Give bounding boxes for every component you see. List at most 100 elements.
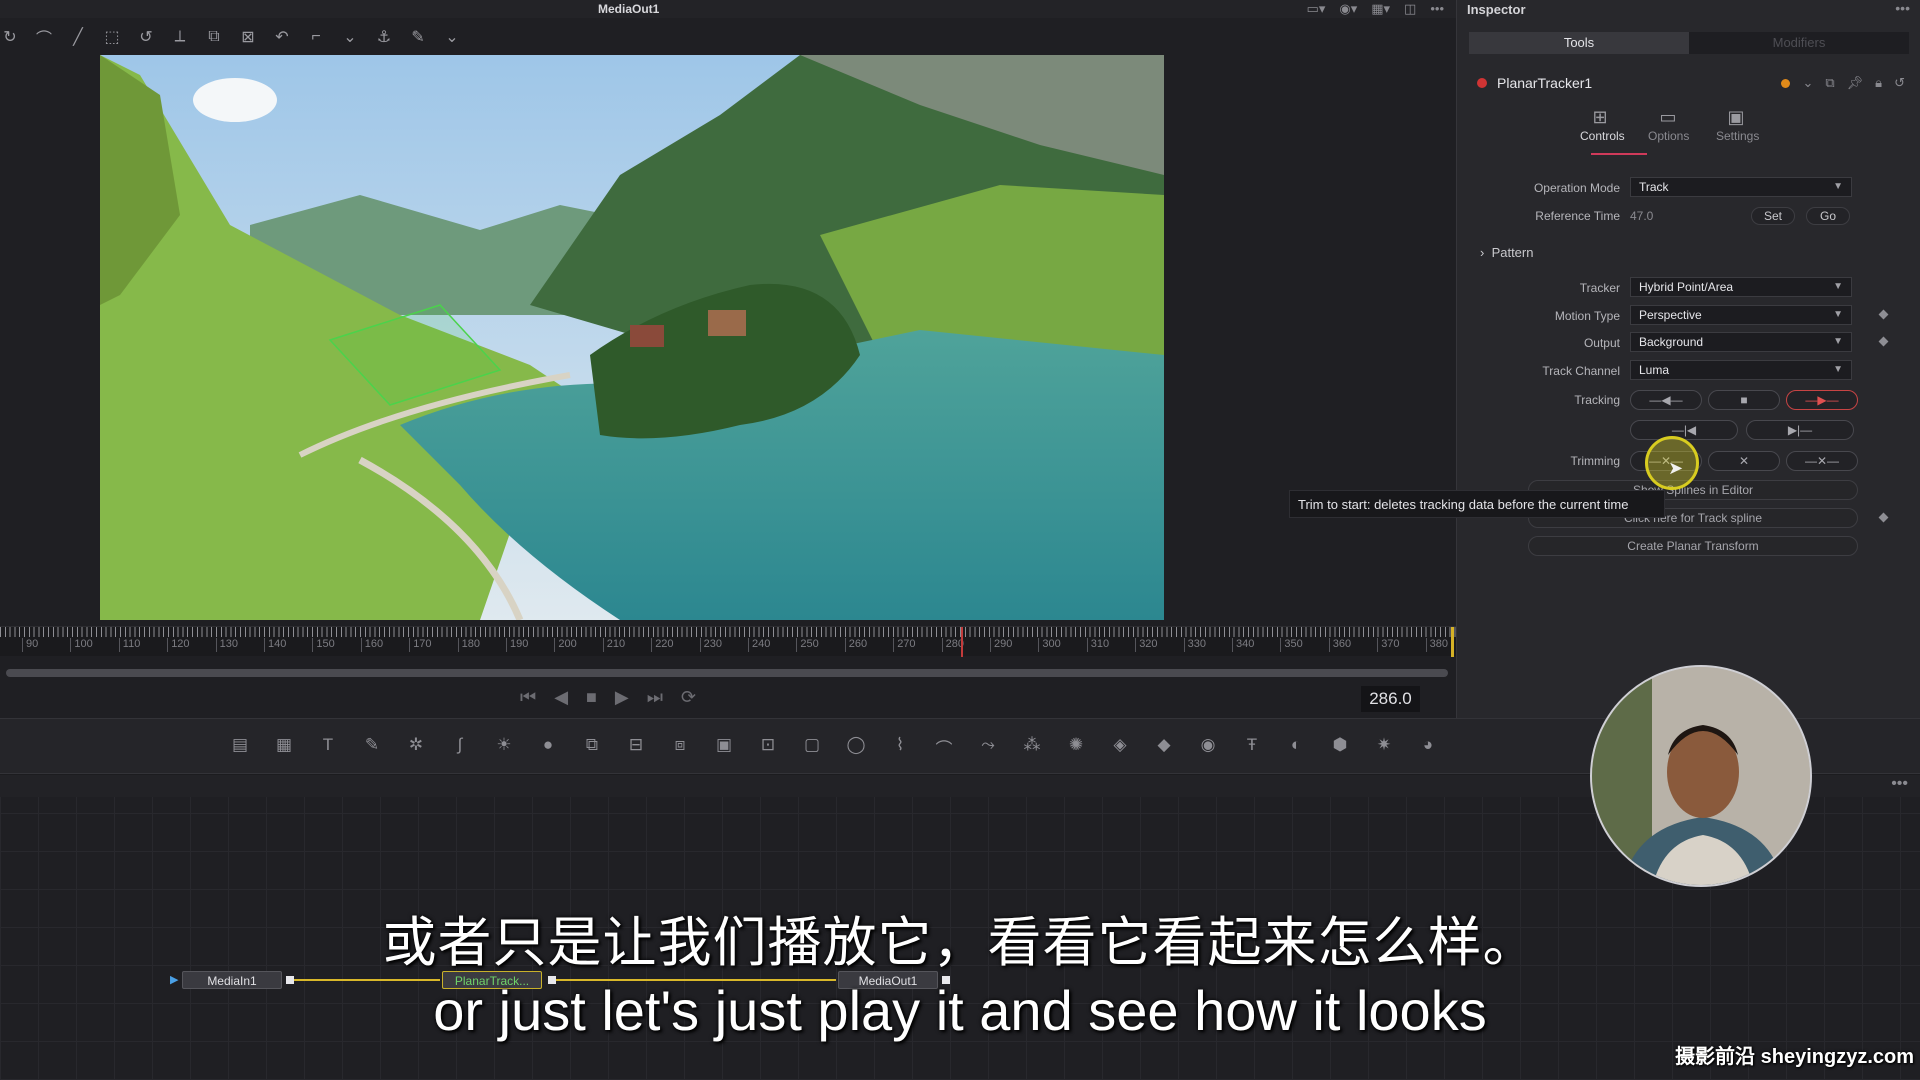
ruler-tick-label: 160 [360,638,383,652]
loop-icon[interactable]: ↺ [136,27,156,47]
pattern-section[interactable]: › Pattern [1456,242,1920,264]
set-button[interactable]: Set [1751,207,1795,225]
ellipse-mask-icon[interactable]: ◯ [842,735,870,760]
shape3d-icon[interactable]: ◆ [1150,735,1178,760]
renderer3d-icon[interactable]: ◕ [1414,735,1442,760]
line-icon[interactable]: ╱ [68,27,88,47]
tool-header[interactable]: PlanarTracker1 ⌄ ⧉ 📌︎ 🔒︎ ↺ [1469,70,1909,96]
color-corrector-icon[interactable]: ● [534,735,562,760]
more-icon[interactable]: ••• [1891,775,1908,793]
lock-icon[interactable]: 🔒︎ [1875,75,1882,91]
subtab-options[interactable]: ▭ Options [1648,107,1689,143]
curve-icon[interactable]: ⌒ [34,25,54,49]
viewer-title: MediaOut1 [598,2,660,16]
track-to-start-button[interactable]: —|◀ [1630,420,1738,440]
subtab-settings[interactable]: ▣ Settings [1716,107,1759,143]
stop-icon[interactable]: ■ [586,687,597,708]
render-end-marker[interactable] [1451,627,1454,657]
subtab-controls[interactable]: ⊞ Controls [1580,107,1625,143]
motion-type-dropdown[interactable]: Perspective ▼ [1630,305,1852,325]
track-backward-button[interactable]: —◀— [1630,390,1702,410]
merge-icon[interactable]: ⧉ [578,735,606,760]
time-ruler[interactable]: 90 100 110 120 130 140 150 160 170 180 190 200 210 22… [0,626,1456,657]
output-dropdown[interactable]: Background ▼ [1630,332,1852,352]
grid-icon[interactable]: ▦▾ [1371,1,1390,17]
go-button[interactable]: Go [1806,207,1850,225]
rectangle-mask-icon[interactable]: ▢ [798,735,826,760]
delete-track-button[interactable]: ✕ [1708,451,1780,471]
versions-icon[interactable]: ⧉ [1825,75,1834,91]
spline-icon[interactable]: ⌐ [306,28,326,46]
crop-icon[interactable]: ⧉ [204,28,224,46]
motion-type-label: Motion Type [1554,309,1620,323]
background-icon[interactable]: ▤ [226,735,254,760]
p-merge-icon[interactable]: ◈ [1106,735,1134,760]
emitter-icon[interactable]: ⁂ [1018,735,1046,760]
rectangle-select-icon[interactable]: ⬚ [102,27,122,47]
go-to-end-icon[interactable]: ⏭ [647,687,663,708]
tracker-value: Hybrid Point/Area [1639,280,1734,294]
keyframe-diamond-icon[interactable] [1878,336,1889,347]
channel-booleans-icon[interactable]: ⊟ [622,735,650,760]
bspline-mask-icon[interactable]: ⌒ [930,735,958,760]
fast-noise-icon[interactable]: ▦ [270,735,298,760]
pin-icon[interactable]: 📌︎ [1847,75,1864,91]
color-tag-icon[interactable] [1781,78,1791,88]
text-icon[interactable]: T [314,735,342,760]
loader-icon[interactable]: ▣ [710,735,738,760]
p-render-icon[interactable]: ✺ [1062,735,1090,760]
chevron-down-icon[interactable]: ⌄ [1802,75,1813,91]
brightness-icon[interactable]: ☀ [490,735,518,760]
reset-icon[interactable]: ↺ [1894,75,1905,91]
chevron-down-icon[interactable]: ⌄ [442,27,462,47]
create-planar-transform-button[interactable]: Create Planar Transform [1528,536,1858,556]
reference-time-value[interactable]: 47.0 [1630,205,1653,227]
more-icon[interactable]: ••• [1430,1,1444,17]
play-reverse-icon[interactable]: ◀ [554,687,568,708]
color-icon[interactable]: ◉▾ [1339,1,1357,17]
camera3d-icon[interactable]: ◐ [1282,735,1310,760]
current-time-field[interactable]: 286.0 [1361,686,1420,712]
stop-tracking-button[interactable]: ■ [1708,390,1780,410]
tab-modifiers[interactable]: Modifiers [1689,32,1909,54]
tracker-dropdown[interactable]: Hybrid Point/Area ▼ [1630,277,1852,297]
polygon-mask-icon[interactable]: ⌇ [886,735,914,760]
tab-tools[interactable]: Tools [1469,32,1689,54]
undo-icon[interactable]: ↶ [272,27,292,47]
scrub-bar[interactable] [6,669,1448,677]
image-plane3d-icon[interactable]: ⬢ [1326,735,1354,760]
light-icon[interactable]: ✷ [1370,735,1398,760]
curves-icon[interactable]: ∫ [446,735,474,760]
pen-icon[interactable]: ✎ [408,27,428,47]
track-channel-dropdown[interactable]: Luma ▼ [1630,360,1852,380]
rotate-icon[interactable]: ↻ [0,27,20,47]
more-icon[interactable]: ••• [1895,0,1910,16]
particles-icon[interactable]: ✲ [402,735,430,760]
watermark: 摄影前沿 sheyingzyz.com [1675,1046,1914,1068]
tool-enable-icon[interactable] [1477,78,1487,88]
playhead[interactable] [961,627,963,657]
track-forward-button[interactable]: —▶— [1786,390,1858,410]
saver-icon[interactable]: ⊡ [754,735,782,760]
matte-control-icon[interactable]: ⧈ [666,735,694,760]
loop-icon[interactable]: ⟳ [681,687,696,708]
keyframe-diamond-icon[interactable] [1878,309,1889,320]
split-icon[interactable]: ◫ [1404,1,1416,17]
operation-mode-dropdown[interactable]: Track ▼ [1630,177,1852,197]
presenter-image [1592,667,1810,885]
pattern-header[interactable]: › Pattern [1480,242,1533,264]
viewer-image[interactable] [100,55,1164,620]
tracker-icon[interactable]: ⤳ [974,735,1002,760]
track-to-end-button[interactable]: ▶|— [1746,420,1854,440]
chevron-down-icon[interactable]: ⌄ [340,27,360,47]
delete-point-icon[interactable]: ⊠ [238,27,258,47]
paint-icon[interactable]: ✎ [358,735,386,760]
polyline-icon[interactable]: ⟂ [170,28,190,46]
trim-to-end-button[interactable]: —✕— [1786,451,1858,471]
text3d-icon[interactable]: Ŧ [1238,735,1266,760]
go-to-start-icon[interactable]: ⏮ [520,687,536,708]
play-icon[interactable]: ▶ [615,687,629,708]
viewer-layout-icon[interactable]: ▭▾ [1307,1,1326,17]
anchor-icon[interactable]: ⚓ [374,27,394,47]
merge3d-icon[interactable]: ◉ [1194,735,1222,760]
